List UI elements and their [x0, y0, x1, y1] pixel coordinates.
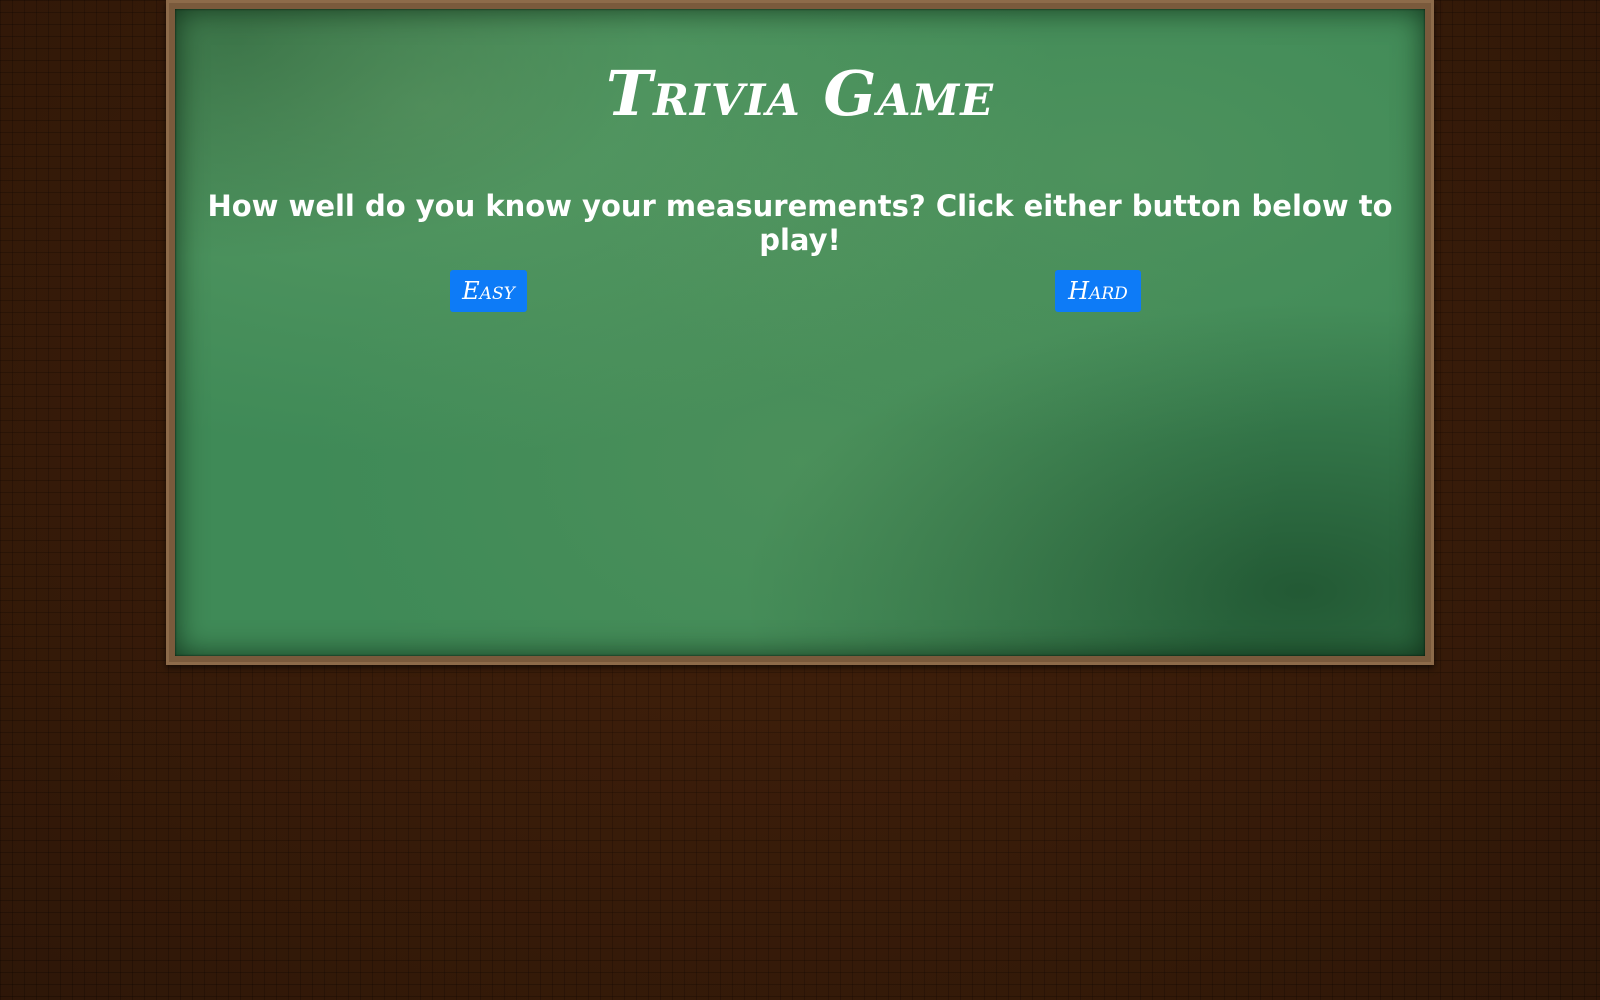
game-instructions: How well do you know your measurements? …	[207, 189, 1393, 257]
easy-button[interactable]: Easy	[450, 270, 527, 312]
hard-button[interactable]: Hard	[1055, 270, 1141, 312]
game-title: Trivia Game	[605, 57, 995, 130]
chalkboard: Trivia Game How well do you know your me…	[175, 9, 1425, 656]
chalkboard-frame: Trivia Game How well do you know your me…	[166, 0, 1434, 665]
